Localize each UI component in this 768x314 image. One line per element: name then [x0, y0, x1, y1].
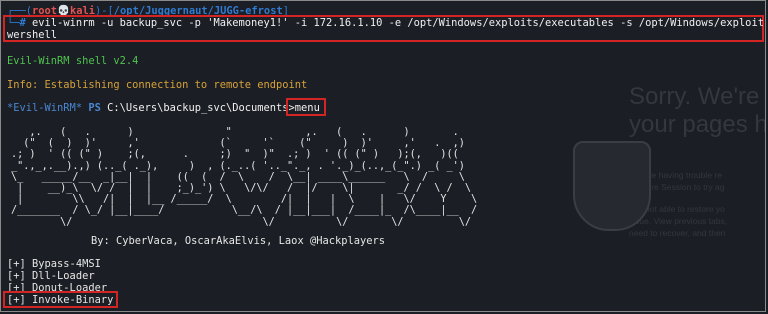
- powershell-prompt[interactable]: *Evil-WinRM* PS C:\Users\backup_svc\Docu…: [7, 102, 333, 114]
- menu-command-highlight-box: [286, 98, 326, 116]
- credits-text: By: CyberVaca, OscarAkaElvis, Laox @Hack…: [91, 235, 386, 247]
- background-browser-page: Sorry. We're your pages h We are having …: [573, 83, 766, 311]
- menu-item-dll-loader: [+] Dll-Loader: [7, 270, 95, 282]
- command-line[interactable]: └─# evil-winrm -u backup_svc -p 'Makemon…: [7, 17, 765, 29]
- background-title: Sorry. We're your pages h: [629, 83, 766, 138]
- dinosaur-crest-icon: [573, 141, 651, 231]
- ps-path: C:\Users\backup_svc\Documents>: [107, 102, 295, 114]
- command-line-wrap[interactable]: wershell: [7, 29, 57, 41]
- background-text: We are having trouble re Restore Session …: [629, 170, 728, 238]
- invoke-binary-highlight-box: [3, 291, 118, 308]
- menu-item-bypass-4msi: [+] Bypass-4MSI: [7, 258, 101, 270]
- shell-banner: Evil-WinRM shell v2.4: [7, 55, 139, 67]
- terminal-window[interactable]: Sorry. We're your pages h We are having …: [0, 0, 766, 312]
- info-message: Info: Establishing connection to remote …: [7, 79, 308, 91]
- evil-winrm-ascii-logo: ,. ( . ) " ,. ( . ) . (" ( ) )' ,' (` '`…: [11, 127, 478, 228]
